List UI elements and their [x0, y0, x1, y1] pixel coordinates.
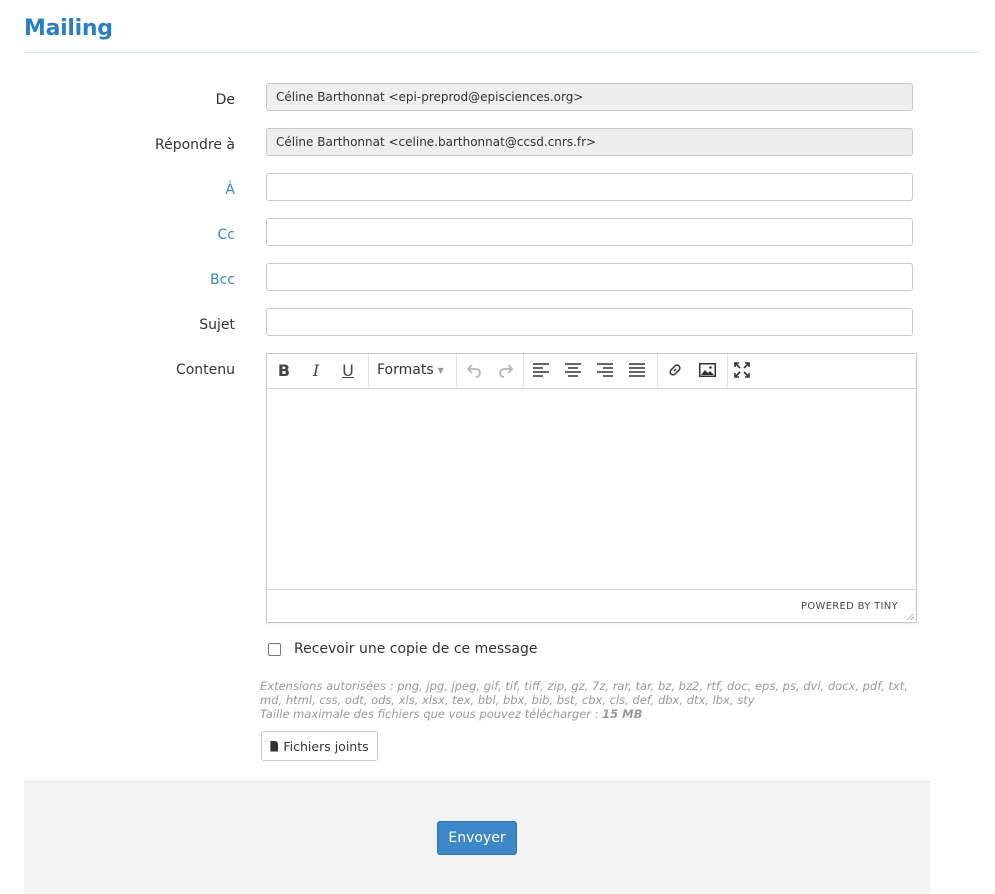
image-icon[interactable]	[695, 358, 719, 382]
toolbar-divider	[456, 354, 457, 388]
max-file-size: Taille maximale des fichiers que vous po…	[260, 707, 920, 721]
italic-icon[interactable]: I	[304, 358, 328, 382]
redo-icon[interactable]	[494, 358, 518, 382]
editor-content-area[interactable]	[267, 389, 916, 589]
attachment-help-text: Extensions autorisées : png, jpg, jpeg, …	[260, 679, 920, 721]
link-icon[interactable]	[663, 358, 687, 382]
powered-by-tiny-link[interactable]: POWERED BY TINY	[801, 601, 898, 612]
formats-dropdown[interactable]: Formats ▼	[377, 358, 444, 382]
send-button[interactable]: Envoyer	[437, 821, 517, 855]
editor-statusbar: POWERED BY TINY	[267, 589, 916, 622]
content-label: Contenu	[175, 362, 235, 378]
align-left-icon[interactable]	[529, 358, 553, 382]
chevron-down-icon: ▼	[437, 365, 444, 375]
editor-toolbar: B I U Formats ▼	[267, 354, 916, 389]
cc-label[interactable]: Cc	[218, 227, 235, 243]
file-icon	[270, 740, 279, 752]
align-justify-icon[interactable]	[625, 358, 649, 382]
toolbar-divider	[657, 354, 658, 388]
bcc-input[interactable]	[266, 263, 913, 291]
copy-checkbox[interactable]	[268, 642, 281, 656]
title-divider	[24, 52, 978, 53]
rich-text-editor: B I U Formats ▼ POWERED BY TINY	[266, 353, 917, 623]
underline-icon[interactable]: U	[336, 358, 360, 382]
toolbar-divider	[368, 354, 369, 388]
fullscreen-icon[interactable]	[730, 358, 754, 382]
bcc-label[interactable]: Bcc	[210, 272, 235, 288]
max-file-size-label: Taille maximale des fichiers que vous po…	[260, 707, 599, 721]
align-right-icon[interactable]	[593, 358, 617, 382]
align-center-icon[interactable]	[561, 358, 585, 382]
reply-to-field: Céline Barthonnat <celine.barthonnat@ccs…	[266, 128, 913, 156]
attachments-button-label: Fichiers joints	[283, 738, 369, 754]
formats-label: Formats	[377, 362, 434, 378]
toolbar-divider	[523, 354, 524, 388]
attachments-button[interactable]: Fichiers joints	[261, 731, 378, 761]
max-file-size-value: 15 MB	[602, 707, 643, 721]
allowed-extensions: Extensions autorisées : png, jpg, jpeg, …	[260, 679, 908, 707]
to-label[interactable]: À	[225, 182, 235, 198]
page-title: Mailing	[24, 16, 113, 41]
subject-input[interactable]	[266, 308, 913, 336]
subject-label: Sujet	[199, 317, 235, 333]
resize-handle-icon[interactable]	[906, 612, 914, 620]
from-label: De	[215, 92, 235, 108]
cc-input[interactable]	[266, 218, 913, 246]
undo-icon[interactable]	[462, 358, 486, 382]
form-footer: Envoyer	[24, 781, 930, 894]
reply-to-label: Répondre à	[154, 137, 235, 153]
from-field: Céline Barthonnat <epi-preprod@episcienc…	[266, 83, 913, 111]
bold-icon[interactable]: B	[272, 358, 296, 382]
copy-checkbox-row[interactable]: Recevoir une copie de ce message	[268, 641, 538, 657]
toolbar-divider	[727, 354, 728, 388]
to-input[interactable]	[266, 173, 913, 201]
copy-checkbox-label[interactable]: Recevoir une copie de ce message	[294, 641, 538, 657]
